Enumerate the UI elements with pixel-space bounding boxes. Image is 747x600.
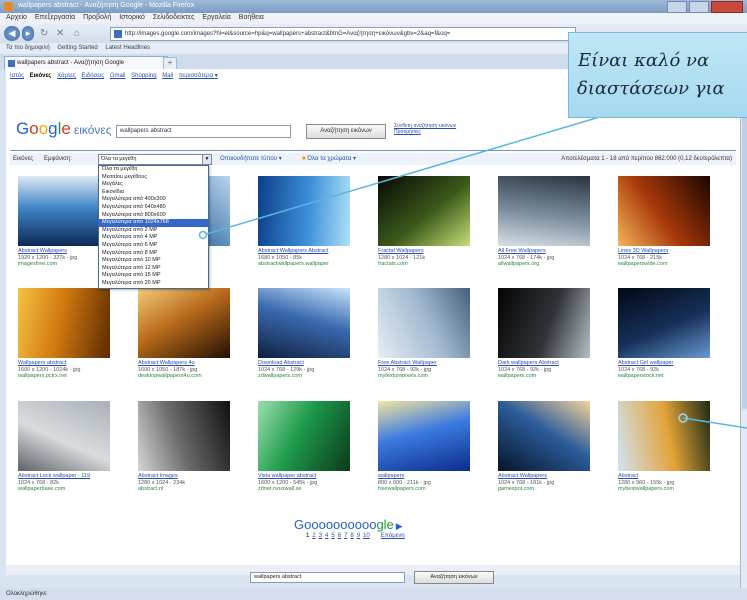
- callout-pointer-line-2: [682, 417, 747, 429]
- callout-pointer-line: [202, 115, 604, 236]
- callout-pointer-dot: [198, 230, 208, 240]
- browser-window: wallpapers abstract - Αναζήτηση Google -…: [0, 0, 747, 600]
- callout-line-1: Είναι καλό να: [578, 50, 710, 71]
- annotation-callout: Είναι καλό να διαστάσεων για: [568, 32, 747, 118]
- callout-line-2: διαστάσεων για: [577, 78, 725, 99]
